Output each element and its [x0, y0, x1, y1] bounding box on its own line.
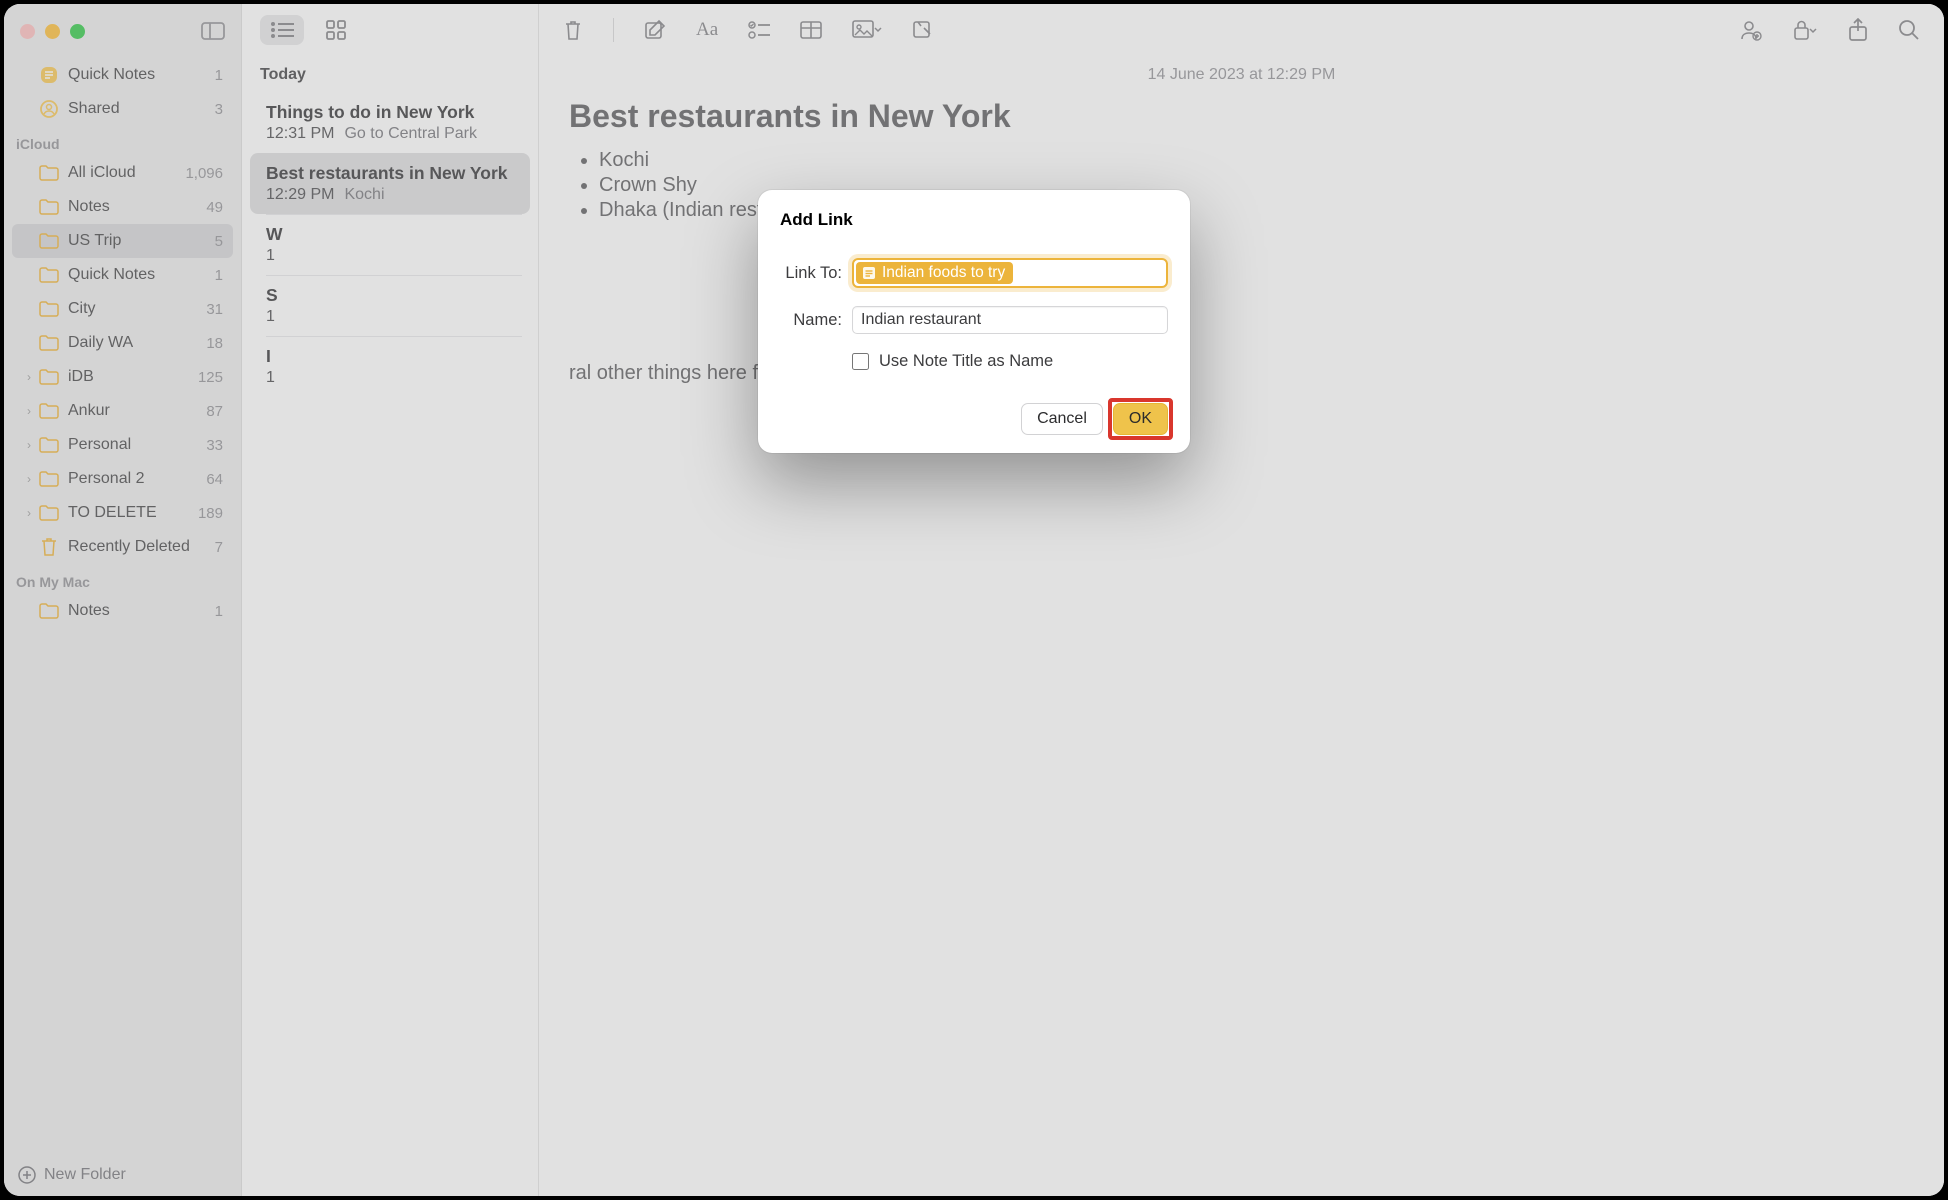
use-note-title-checkbox[interactable] [852, 353, 869, 370]
link-to-token[interactable]: Indian foods to try [856, 262, 1013, 284]
link-to-label: Link To: [780, 264, 842, 283]
link-to-input[interactable]: Indian foods to try [852, 258, 1168, 288]
link-to-token-label: Indian foods to try [882, 264, 1005, 282]
cancel-button[interactable]: Cancel [1021, 403, 1103, 435]
ok-button[interactable]: OK [1113, 403, 1168, 435]
name-input[interactable] [852, 306, 1168, 334]
add-link-dialog: Add Link Link To: Indian foods to try Na… [758, 190, 1190, 453]
modal-backdrop: Add Link Link To: Indian foods to try Na… [0, 0, 1948, 1200]
dialog-title: Add Link [780, 210, 1168, 230]
note-icon [862, 266, 876, 280]
name-label: Name: [780, 311, 842, 330]
use-note-title-label: Use Note Title as Name [879, 352, 1053, 371]
